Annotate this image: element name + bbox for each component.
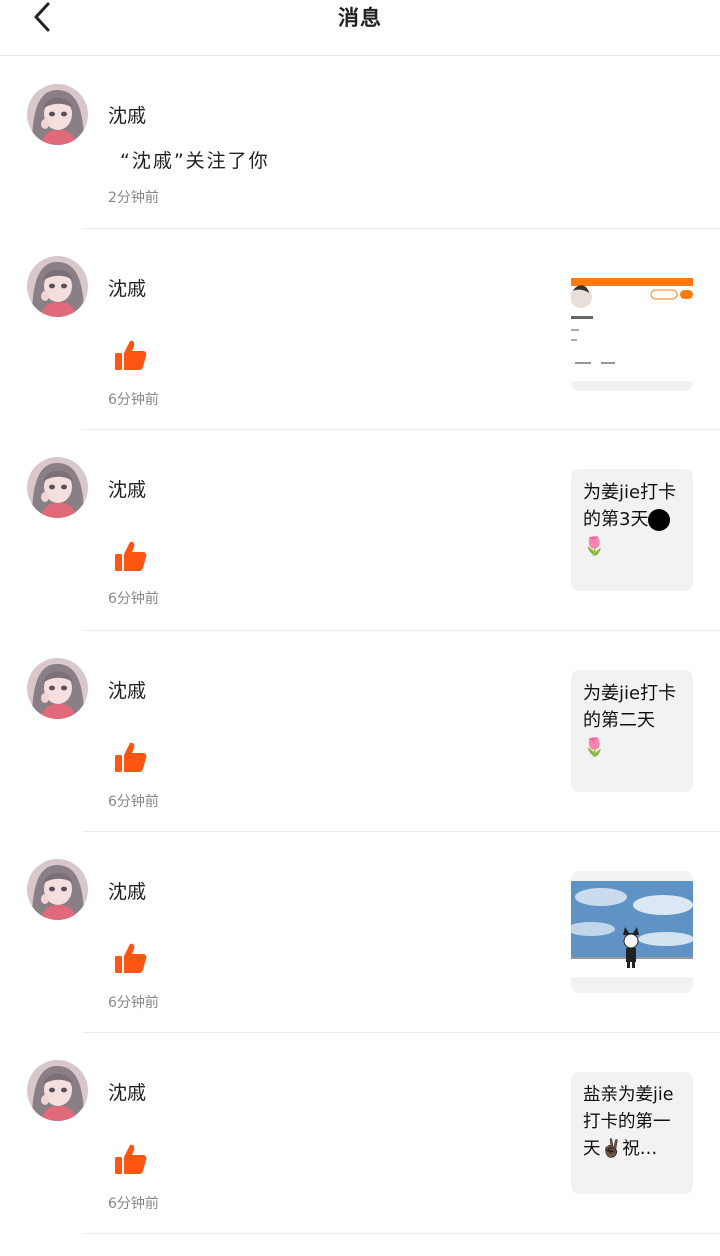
tulip-emoji: 🌷 — [583, 737, 606, 758]
notification-item-like[interactable]: 沈戚 6分钟前 为姜jie打卡的第3天 🌷 — [0, 430, 720, 631]
like-thumbs-up-icon — [113, 1143, 147, 1175]
user-name[interactable]: 沈戚 — [108, 676, 146, 703]
avatar[interactable] — [27, 859, 88, 920]
post-thumbnail[interactable] — [571, 269, 693, 391]
timestamp: 6分钟前 — [108, 392, 159, 408]
tulip-emoji: 🌷 — [583, 536, 606, 557]
user-name[interactable]: 沈戚 — [108, 101, 146, 128]
avatar[interactable] — [27, 1060, 88, 1121]
post-preview-text: 为姜jie打卡的第二天 🌷 — [583, 683, 677, 758]
sky-character-image — [571, 871, 693, 993]
notification-item-like[interactable]: 沈戚 6分钟前 — [0, 832, 720, 1033]
post-preview-text: 为姜jie打卡的第3天 🌷 — [583, 482, 677, 557]
notification-item-like[interactable]: 沈戚 6分钟前 — [0, 229, 720, 430]
notification-item-follow[interactable]: 沈戚 “沈戚”关注了你 2分钟前 — [0, 56, 720, 229]
post-preview-text: 盐亲为姜jie打卡的第一天✌🏿祝… — [583, 1085, 674, 1159]
avatar[interactable] — [27, 256, 88, 317]
divider — [82, 1233, 720, 1234]
post-thumbnail[interactable]: 为姜jie打卡的第3天 🌷 — [571, 469, 693, 591]
avatar[interactable] — [27, 84, 88, 145]
user-name[interactable]: 沈戚 — [108, 877, 146, 904]
notification-item-like[interactable]: 沈戚 6分钟前 为姜jie打卡的第二天 🌷 — [0, 631, 720, 832]
avatar[interactable] — [27, 658, 88, 719]
victory-hand-emoji: ✌🏿 — [600, 1139, 623, 1159]
user-name[interactable]: 沈戚 — [108, 1078, 146, 1105]
like-thumbs-up-icon — [113, 339, 147, 371]
page-title: 消息 — [338, 6, 382, 30]
user-name[interactable]: 沈戚 — [108, 274, 146, 301]
timestamp: 6分钟前 — [108, 794, 159, 810]
like-thumbs-up-icon — [113, 942, 147, 974]
like-thumbs-up-icon — [113, 741, 147, 773]
notification-item-like[interactable]: 沈戚 6分钟前 盐亲为姜jie打卡的第一天✌🏿祝… — [0, 1033, 720, 1234]
post-thumbnail[interactable] — [571, 871, 693, 993]
timestamp: 6分钟前 — [108, 591, 159, 607]
avatar[interactable] — [27, 457, 88, 518]
post-thumbnail[interactable]: 为姜jie打卡的第二天 🌷 — [571, 670, 693, 792]
nav-header: 消息 — [0, 0, 720, 56]
timestamp: 6分钟前 — [108, 995, 159, 1011]
follow-message: “沈戚”关注了你 — [120, 150, 270, 172]
post-thumbnail[interactable]: 盐亲为姜jie打卡的第一天✌🏿祝… — [571, 1072, 693, 1194]
profile-screenshot-image — [571, 269, 693, 381]
like-thumbs-up-icon — [113, 540, 147, 572]
user-name[interactable]: 沈戚 — [108, 475, 146, 502]
emoji-face-icon — [648, 509, 671, 531]
timestamp: 6分钟前 — [108, 1196, 159, 1212]
timestamp: 2分钟前 — [108, 190, 159, 206]
